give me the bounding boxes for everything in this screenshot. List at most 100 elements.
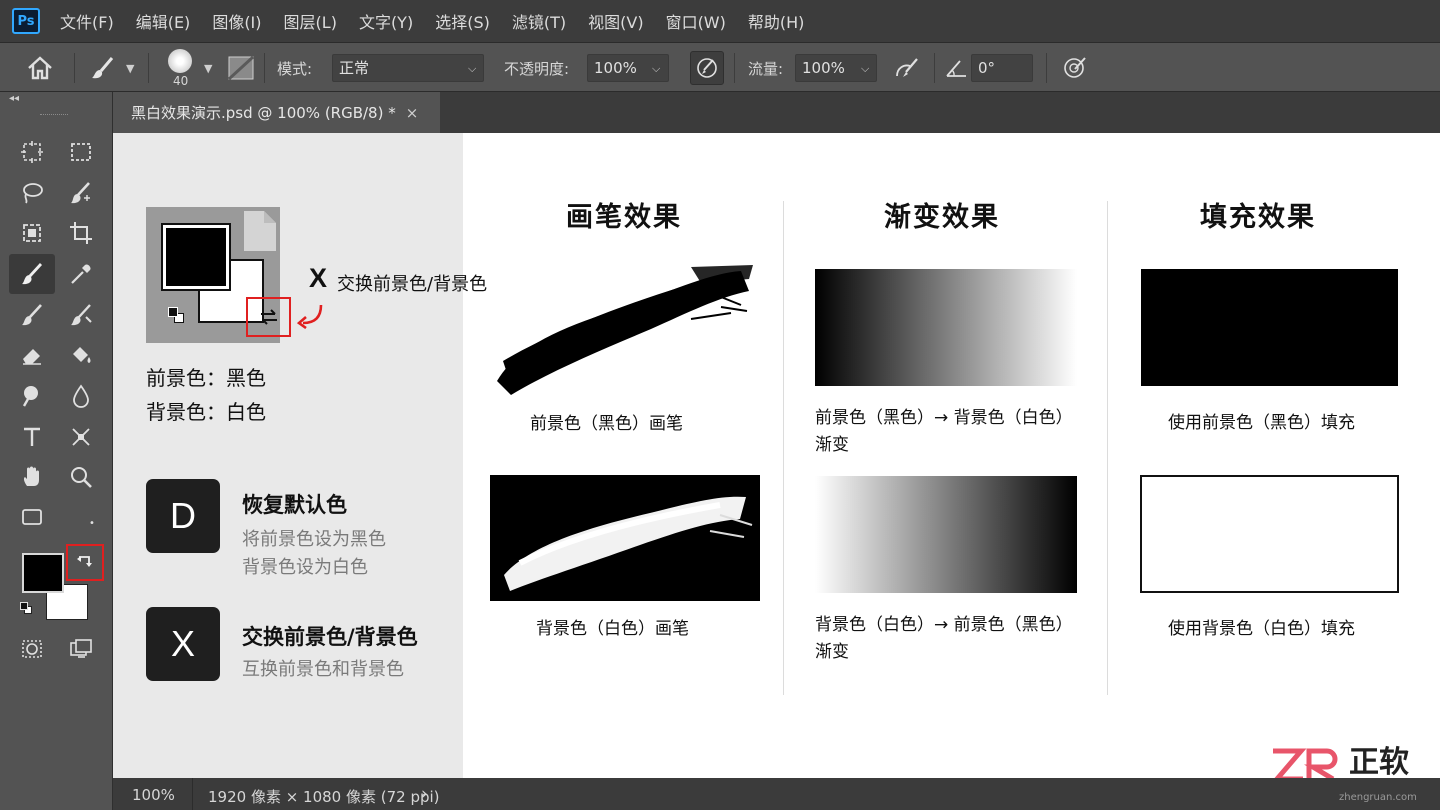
- zoom-icon[interactable]: [64, 460, 98, 494]
- document-info[interactable]: 1920 像素 × 1080 像素 (72 ppi): [208, 786, 440, 807]
- collapse-icon[interactable]: ◂◂: [9, 93, 19, 104]
- brush-top-caption: 前景色（黑色）画笔: [530, 414, 683, 434]
- brush-preset-icon[interactable]: [90, 55, 118, 85]
- edit-toolbar-icon[interactable]: [15, 500, 49, 534]
- chevron-down-icon[interactable]: ⌵: [652, 62, 660, 76]
- document-tab-bar: 黑白效果演示.psd @ 100% (RGB/8) * ×: [113, 92, 1440, 133]
- more-tools-icon[interactable]: •: [89, 518, 95, 529]
- black-to-white-gradient: [815, 269, 1077, 386]
- spot-healing-brush-icon[interactable]: [9, 254, 55, 294]
- brush-size-value: 40: [173, 74, 189, 88]
- opacity-label: 不透明度:: [504, 60, 570, 78]
- gradient-section-title: 渐变效果: [884, 202, 1000, 233]
- object-selection-icon[interactable]: [15, 216, 49, 250]
- quick-selection-icon[interactable]: [64, 176, 98, 210]
- angle-input[interactable]: 0°: [971, 54, 1033, 82]
- menu-view[interactable]: 视图(V): [588, 9, 643, 33]
- menu-help[interactable]: 帮助(H): [748, 9, 805, 33]
- mode-select[interactable]: 正常: [332, 54, 484, 82]
- menu-edit[interactable]: 编辑(E): [136, 9, 191, 33]
- menu-window[interactable]: 窗口(W): [666, 9, 726, 33]
- fill-top-caption: 使用前景色（黑色）填充: [1168, 413, 1355, 433]
- home-icon[interactable]: [26, 55, 54, 85]
- menu-file[interactable]: 文件(F): [60, 9, 114, 33]
- panel-grip[interactable]: [40, 114, 68, 116]
- angle-icon: [945, 57, 969, 83]
- menu-bar: Ps 文件(F) 编辑(E) 图像(I) 图层(L) 文字(Y) 选择(S) 滤…: [0, 0, 1440, 42]
- smudge-icon[interactable]: [15, 379, 49, 413]
- foreground-color-swatch[interactable]: [22, 553, 64, 593]
- brush-settings-panel-icon[interactable]: [227, 55, 255, 84]
- menu-filter[interactable]: 滤镜(T): [512, 9, 566, 33]
- menu-image[interactable]: 图像(I): [212, 9, 261, 33]
- flow-label: 流量:: [748, 60, 784, 78]
- chevron-down-icon[interactable]: ▼: [126, 62, 134, 75]
- chevron-down-icon[interactable]: ⌵: [861, 62, 869, 76]
- gradient-bottom-caption-2: 渐变: [815, 642, 849, 662]
- chevron-down-icon[interactable]: ▼: [204, 62, 212, 75]
- lasso-icon[interactable]: [15, 176, 49, 210]
- photoshop-logo[interactable]: Ps: [12, 8, 40, 34]
- menu-type[interactable]: 文字(Y): [359, 9, 413, 33]
- document-page-icon: [244, 211, 276, 251]
- paint-bucket-icon[interactable]: [64, 338, 98, 372]
- artboard-move-icon[interactable]: [15, 135, 49, 169]
- tools-panel: ◂◂ •: [0, 92, 113, 810]
- type-icon[interactable]: [15, 420, 49, 454]
- marquee-icon[interactable]: [64, 135, 98, 169]
- fill-bottom-caption: 使用背景色（白色）填充: [1168, 619, 1355, 639]
- background-color-line: 背景色：白色: [146, 400, 266, 424]
- status-bar: 100% 1920 像素 × 1080 像素 (72 ppi) › zhengr…: [113, 778, 1440, 810]
- close-icon[interactable]: ×: [406, 104, 419, 122]
- x-key-badge: X: [146, 607, 220, 681]
- blur-drop-icon[interactable]: [64, 379, 98, 413]
- airbrush-icon[interactable]: [894, 56, 920, 84]
- opacity-value: 100%: [594, 59, 637, 77]
- eraser-icon[interactable]: [15, 338, 49, 372]
- swap-colors-icon[interactable]: [66, 544, 104, 581]
- white-to-black-gradient: [815, 476, 1077, 593]
- mode-label: 模式:: [277, 60, 313, 78]
- default-colors-icon[interactable]: [20, 602, 32, 614]
- clone-stamp-icon[interactable]: [64, 298, 98, 332]
- d-key-desc-1: 将前景色设为黑色: [242, 529, 386, 550]
- eyedropper-icon[interactable]: [64, 257, 98, 291]
- brush-icon[interactable]: [15, 298, 49, 332]
- hand-icon[interactable]: [15, 460, 49, 494]
- black-brush-stroke: [497, 265, 753, 395]
- menu-select[interactable]: 选择(S): [435, 9, 490, 33]
- swap-annotation-text: 交换前景色/背景色: [337, 274, 488, 295]
- gradient-top-caption-1: 前景色（黑色）→ 背景色（白色）: [815, 408, 1073, 428]
- zoom-level[interactable]: 100%: [132, 786, 175, 804]
- crop-icon[interactable]: [64, 216, 98, 250]
- foreground-color-line: 前景色：黑色: [146, 366, 266, 390]
- screen-mode-icon[interactable]: [64, 632, 98, 666]
- pressure-size-icon[interactable]: [1062, 56, 1088, 84]
- x-key-desc-1: 互换前景色和背景色: [242, 659, 404, 680]
- x-key-title: 交换前景色/背景色: [242, 625, 418, 649]
- document-tab[interactable]: 黑白效果演示.psd @ 100% (RGB/8) * ×: [113, 92, 440, 133]
- mode-value: 正常: [339, 59, 370, 77]
- brush-tip-preview-icon[interactable]: [168, 49, 192, 73]
- gradient-bottom-caption-1: 背景色（白色）→ 前景色（黑色）: [815, 615, 1073, 635]
- gradient-top-caption-2: 渐变: [815, 435, 849, 455]
- quick-mask-icon[interactable]: [15, 632, 49, 666]
- menu-layer[interactable]: 图层(L): [284, 9, 337, 33]
- explanation-panel: X 交换前景色/背景色 前景色：黑色 背景色：白色 D 恢复默认色 将前景色设为…: [113, 133, 487, 778]
- illustration-foreground-swatch: [161, 223, 231, 291]
- chevron-right-icon[interactable]: ›: [421, 784, 428, 804]
- black-fill-rect: [1141, 269, 1398, 386]
- watermark-subtext: zhengruan.com: [1339, 792, 1417, 803]
- d-key-badge: D: [146, 479, 220, 553]
- column-divider: [783, 201, 784, 695]
- white-brush-on-black: [490, 475, 760, 601]
- path-selection-icon[interactable]: [64, 420, 98, 454]
- swap-arrows-icon: [260, 309, 277, 325]
- document-canvas[interactable]: X 交换前景色/背景色 前景色：黑色 背景色：白色 D 恢复默认色 将前景色设为…: [113, 133, 1440, 778]
- zr-logo-icon: [1273, 748, 1338, 778]
- pressure-opacity-icon[interactable]: [690, 51, 724, 85]
- chevron-down-icon[interactable]: ⌵: [468, 62, 476, 76]
- document-tab-title: 黑白效果演示.psd @ 100% (RGB/8) *: [131, 104, 396, 122]
- fill-section-title: 填充效果: [1200, 202, 1316, 233]
- swap-key-label: X: [309, 263, 328, 293]
